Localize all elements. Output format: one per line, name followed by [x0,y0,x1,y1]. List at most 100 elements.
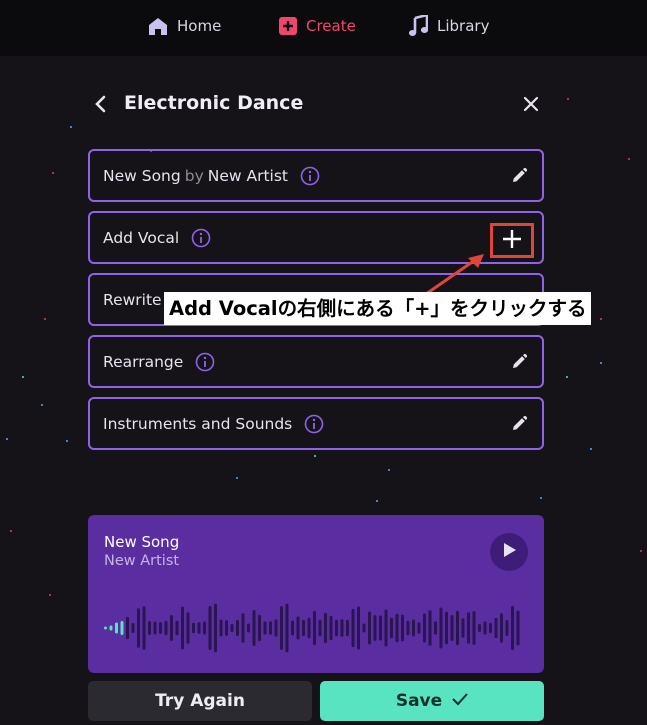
confetti-dot [314,455,316,457]
waveform-bar [269,621,272,635]
waveform-bar [159,622,162,634]
waveform-bar [153,621,157,635]
nav-create[interactable]: Create [279,0,356,52]
song-artist-row[interactable]: New Song by New Artist [88,149,544,202]
instruments-row[interactable]: Instruments and Sounds [88,397,544,450]
add-vocal-label: Add Vocal [103,228,180,247]
confetti-dot [376,500,378,502]
waveform-bar [478,623,481,633]
confetti-dot [10,530,12,532]
confetti-dot [540,497,542,499]
back-chevron-icon[interactable] [92,95,110,113]
song-player-card: New Song New Artist [88,515,544,673]
play-icon [501,542,517,562]
nav-library[interactable]: Library [408,0,489,52]
waveform[interactable] [102,593,528,663]
rearrange-row[interactable]: Rearrange [88,335,544,388]
waveform-bar [406,620,410,636]
music-note-icon [408,15,428,37]
artist-text: New Artist [207,166,288,185]
info-icon[interactable] [300,166,320,186]
waveform-bar [417,622,421,634]
waveform-bar [434,621,437,635]
confetti-dot [566,376,568,378]
waveform-bar [192,622,195,634]
waveform-bar [428,610,432,646]
pencil-icon[interactable] [508,165,530,187]
waveform-bar [423,613,426,643]
waveform-bar [274,619,278,637]
confetti-dot [49,594,51,596]
waveform-bar [181,606,184,650]
waveform-bar [104,626,107,630]
waveform-bar [467,612,470,644]
pencil-icon[interactable] [508,413,530,435]
waveform-bar [115,622,118,634]
waveform-bar [461,618,465,638]
waveform-bar [401,614,404,642]
rewrite-label: Rewrite [103,290,162,309]
waveform-bar [214,603,217,653]
save-button[interactable]: Save [320,681,544,721]
waveform-bar [225,620,228,636]
waveform-bar [368,611,371,645]
waveform-bar [142,606,146,650]
page-title: Electronic Dance [124,92,304,114]
pencil-icon[interactable] [508,351,530,373]
song-title-text: New Song [103,166,181,185]
checkmark-icon [452,691,468,711]
waveform-bar [324,612,327,644]
waveform-bar [494,617,498,639]
plus-icon [502,229,522,253]
waveform-bar [197,622,201,634]
confetti-dot [22,376,24,378]
waveform-bar [252,609,256,647]
waveform-bar [489,622,492,634]
add-vocal-button[interactable] [490,223,534,258]
waveform-bar [483,621,487,635]
waveform-bar [450,615,454,641]
waveform-bar [395,613,399,643]
confetti-dot [41,404,43,406]
confetti-dot [600,318,602,320]
waveform-bar [329,615,333,641]
waveform-bar [164,620,168,636]
top-nav: Home Create Library [0,0,647,56]
waveform-bar [230,623,234,633]
info-icon[interactable] [304,414,324,434]
waveform-bar [472,611,476,645]
confetti-dot [66,440,68,442]
waveform-bar [384,609,388,647]
waveform-bar [137,608,140,648]
waveform-bar [203,621,206,635]
waveform-bar [340,619,344,637]
close-icon[interactable] [522,95,540,113]
confetti-dot [590,448,592,450]
waveform-bar [280,606,283,650]
nav-home[interactable]: Home [148,0,221,52]
annotation-label: Add Vocalの右側にある「+」をクリックする [164,292,592,325]
waveform-bar [445,611,448,645]
waveform-bar [511,605,514,651]
nav-home-label: Home [177,17,222,35]
confetti-dot [44,318,46,320]
confetti-dot [388,469,390,471]
waveform-bar [318,619,322,637]
waveform-bar [456,610,459,646]
nav-create-label: Create [306,17,356,35]
home-icon [148,17,168,36]
info-icon[interactable] [191,228,211,248]
waveform-bar [120,621,124,635]
waveform-bar [439,607,443,649]
waveform-bar [307,617,311,639]
try-again-label: Try Again [155,691,245,711]
waveform-bar [285,603,289,653]
waveform-bar [516,610,520,646]
info-icon[interactable] [195,352,215,372]
try-again-button[interactable]: Try Again [88,681,312,721]
confetti-dot [567,98,569,100]
play-button[interactable] [490,533,528,571]
save-label: Save [395,691,443,711]
waveform-bar [500,613,503,643]
waveform-bar [126,616,129,640]
